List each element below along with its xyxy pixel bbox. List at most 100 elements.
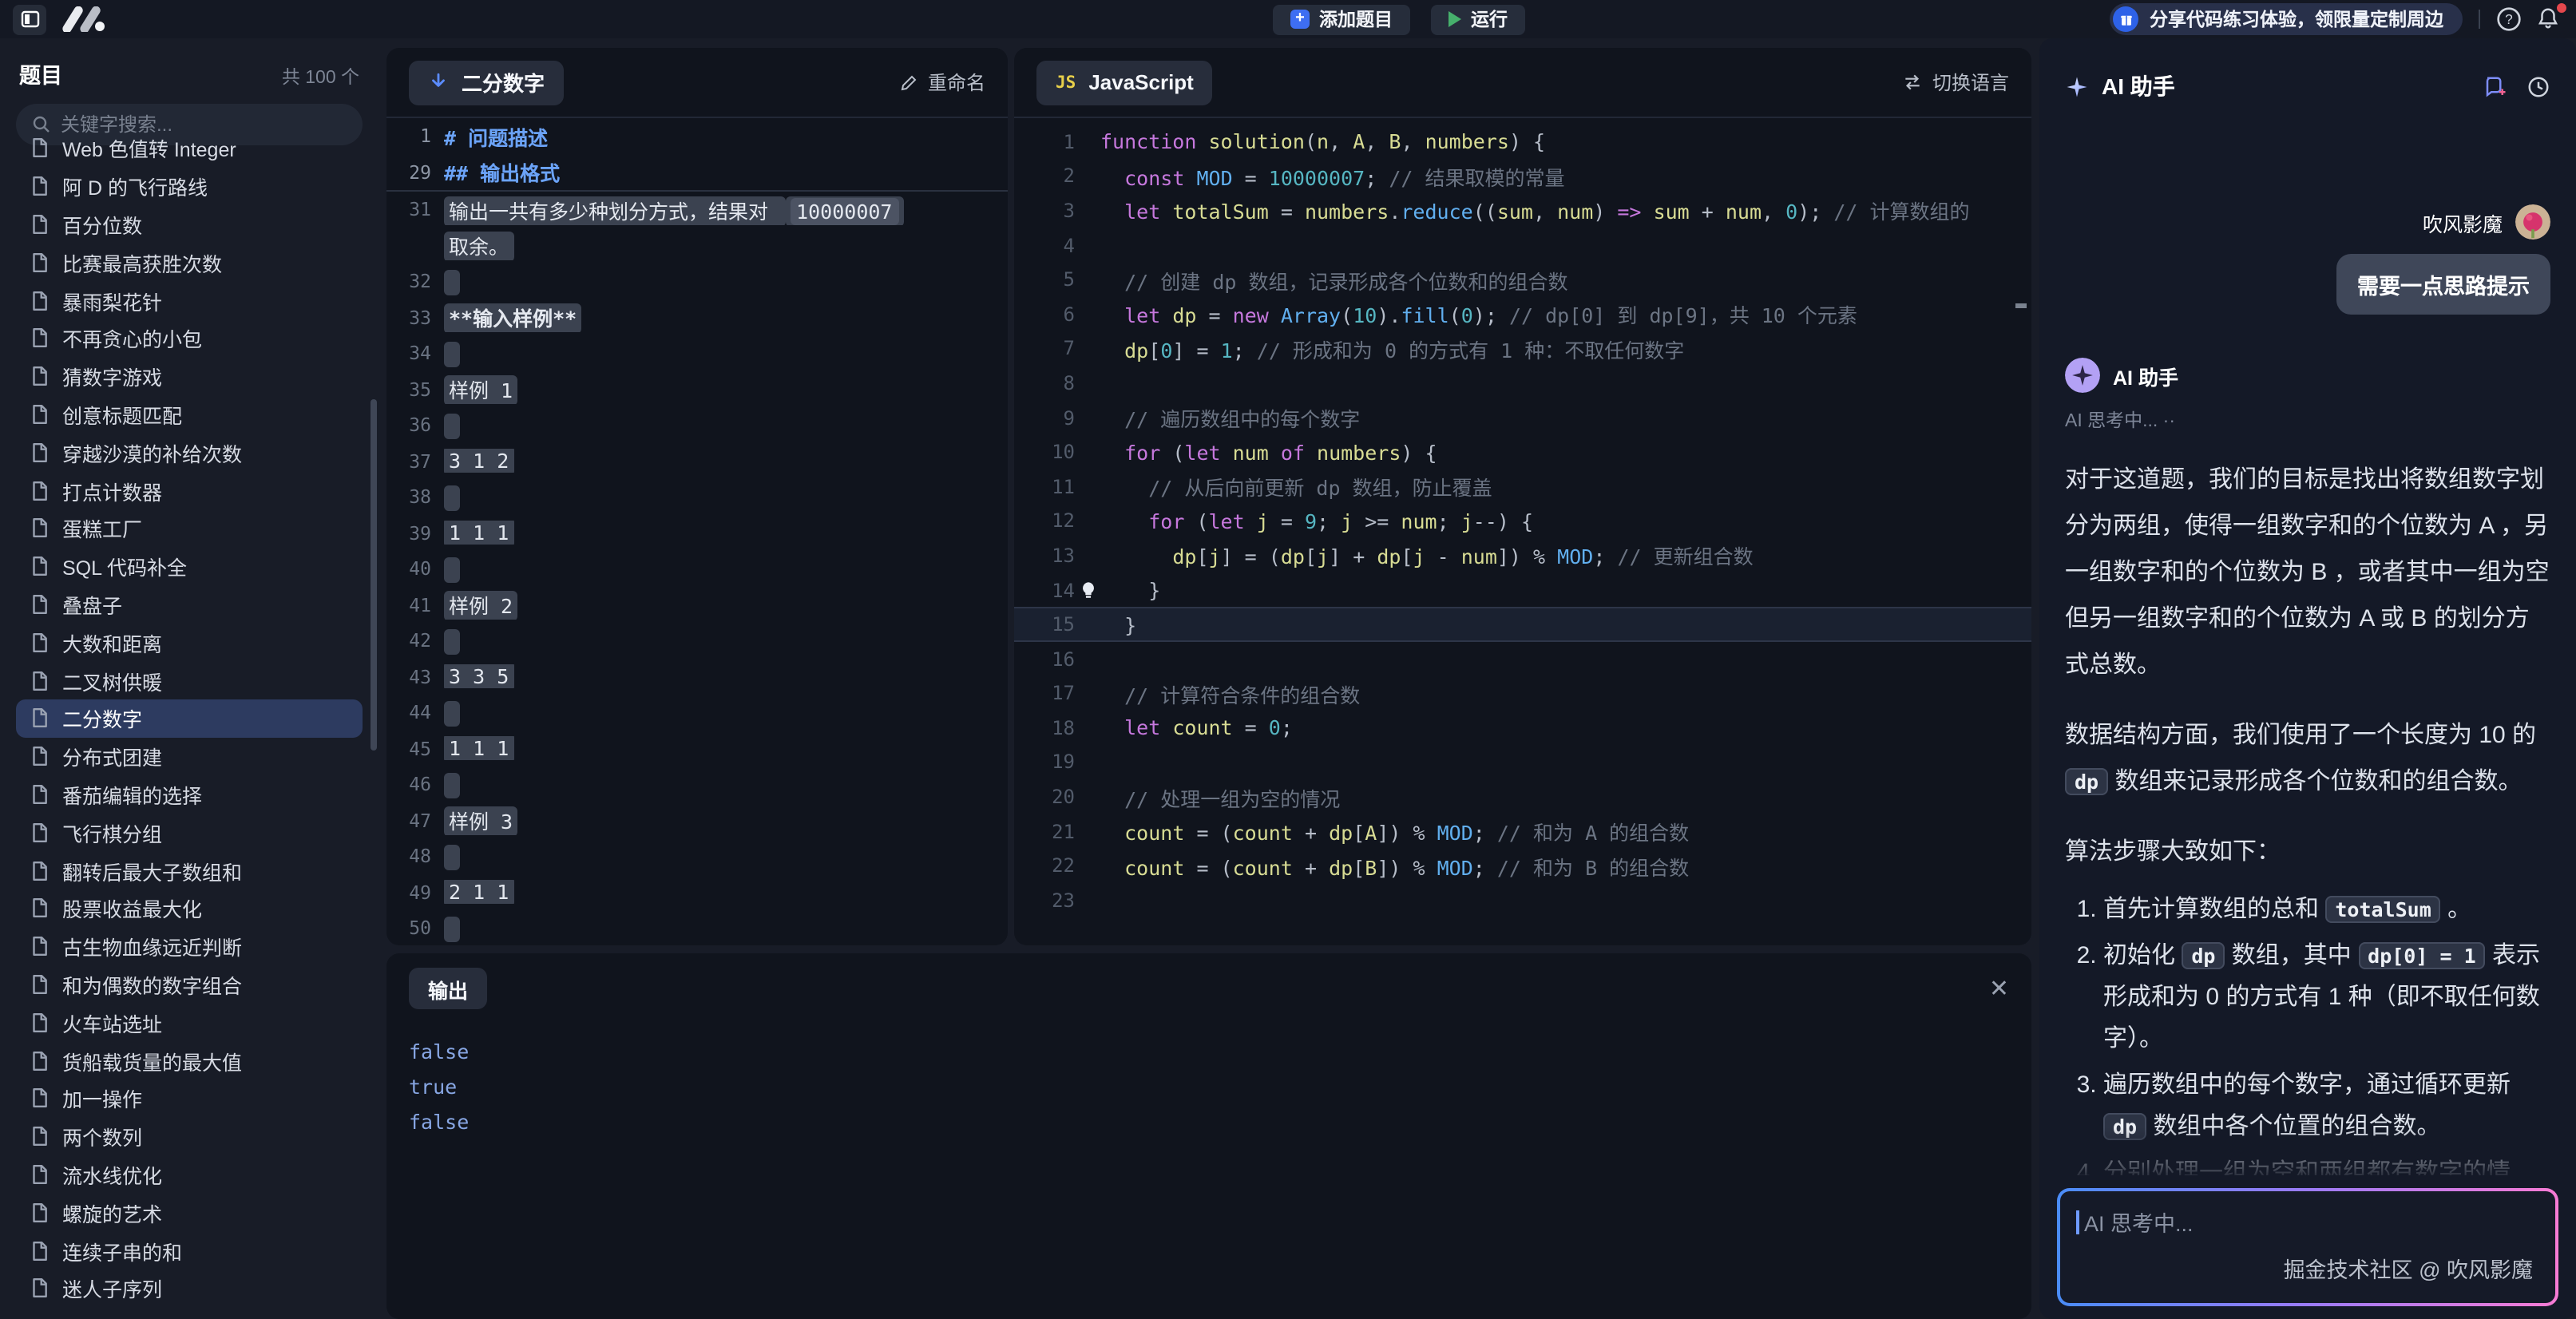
sidebar-toggle-button[interactable] [13, 4, 46, 34]
markdown-line: 36 [386, 407, 1008, 443]
sidebar-item[interactable]: 不再贪心的小包 [16, 319, 363, 358]
sidebar-item[interactable]: 股票收益最大化 [16, 889, 363, 928]
line-content: 样例 1 [444, 374, 1008, 405]
sidebar-item[interactable]: 迷人子序列 [16, 1269, 363, 1308]
markdown-line: 373 1 2 [386, 443, 1008, 479]
sidebar-item[interactable]: 叠盘子 [16, 585, 363, 624]
run-button[interactable]: 运行 [1431, 4, 1525, 34]
markdown-line: 41样例 2 [386, 587, 1008, 623]
markdown-line: 50 [386, 910, 1008, 945]
line-content: let totalSum = numbers.reduce((sum, num)… [1100, 196, 2031, 226]
sidebar-item[interactable]: 流水线优化 [16, 1155, 363, 1194]
help-button[interactable]: ? [2496, 6, 2522, 32]
code-line: 17 // 计算符合条件的组合数 [1014, 676, 2031, 711]
line-content [444, 268, 1008, 295]
line-number: 1 [386, 125, 444, 148]
sidebar-item[interactable]: 穿越沙漠的补给次数 [16, 434, 363, 472]
chat-input[interactable]: AI 思考中... 掘金技术社区 @ 吹风影魔 [2057, 1188, 2558, 1306]
sidebar-item[interactable]: 连续子串的和 [16, 1231, 363, 1269]
problem-tab[interactable]: 二分数字 [409, 60, 564, 105]
code-line: 13 dp[j] = (dp[j] + dp[j - num]) % MOD; … [1014, 538, 2031, 572]
lightbulb-icon[interactable] [1080, 581, 1095, 599]
line-number: 49 [386, 881, 444, 904]
problem-description-panel: 二分数字 重命名 1# 问题描述29## 输出格式 31输出一共有多少种划分方式… [386, 48, 1008, 945]
promo-banner[interactable]: 分享代码练习体验，领限量定制周边 [2110, 3, 2463, 35]
sidebar-item[interactable]: SQL 代码补全 [16, 548, 363, 586]
code-line: 1function solution(n, A, B, numbers) { [1014, 125, 2031, 159]
line-number: 20 [1014, 786, 1075, 808]
sidebar-item[interactable]: 大数和距离 [16, 624, 363, 662]
sidebar-item-label: 阿 D 的飞行路线 [62, 171, 208, 201]
code-editor[interactable]: 1function solution(n, A, B, numbers) {2 … [1014, 118, 2031, 917]
selection-block [444, 916, 460, 941]
sidebar-item[interactable]: 二分数字 [16, 699, 363, 738]
line-content: // 处理一组为空的情况 [1100, 782, 2031, 812]
new-chat-button[interactable] [2483, 74, 2507, 98]
sidebar-item[interactable]: 飞行棋分组 [16, 814, 363, 852]
add-problem-button[interactable]: + 添加题目 [1273, 4, 1410, 34]
chat-messages: 吹风影魔 需要一点思路提示 AI 助手 AI 思考中... ·· 对于这道题，我… [2039, 112, 2576, 1175]
code-line: 4 [1014, 228, 2031, 263]
inline-code-chip: dp [2103, 1113, 2146, 1140]
sidebar-item[interactable]: 货船载货量的最大值 [16, 1041, 363, 1079]
sidebar-item[interactable]: 蛋糕工厂 [16, 509, 363, 548]
sidebar-item[interactable]: 打点计数器 [16, 471, 363, 509]
line-number: 35 [386, 378, 444, 401]
output-tab[interactable]: 输出 [409, 968, 487, 1009]
code-line: 8 [1014, 366, 2031, 400]
line-content [444, 628, 1008, 654]
close-icon[interactable]: ✕ [1989, 976, 2009, 1000]
line-number: 19 [1014, 751, 1075, 774]
line-content: count = (count + dp[A]) % MOD; // 和为 A 的… [1100, 816, 2031, 846]
document-icon [29, 518, 50, 539]
line-content: 样例 3 [444, 806, 1008, 836]
switch-language-button[interactable]: 切换语言 [1902, 69, 2009, 96]
sidebar-item[interactable]: 猜数字游戏 [16, 358, 363, 396]
sidebar-item[interactable]: 分布式团建 [16, 738, 363, 776]
sidebar-item[interactable]: 两个数列 [16, 1117, 363, 1155]
sidebar-item[interactable]: 创意标题匹配 [16, 395, 363, 434]
line-content: ## 输出格式 [444, 157, 1008, 188]
ai-thinking-status: AI 思考中... ·· [2065, 407, 2550, 433]
document-icon [29, 556, 50, 576]
document-icon [29, 784, 50, 805]
markdown-editor[interactable]: 31输出一共有多少种划分方式，结果对 10000007取余。3233**输入样例… [386, 192, 1008, 945]
sidebar-item[interactable]: 火车站选址 [16, 1004, 363, 1042]
sidebar-item[interactable]: 螺旋的艺术 [16, 1194, 363, 1232]
line-number: 50 [386, 917, 444, 940]
document-icon [29, 708, 50, 729]
sparkle-icon [2065, 74, 2089, 98]
line-content: function solution(n, A, B, numbers) { [1100, 130, 2031, 154]
sidebar-item[interactable]: 和为偶数的数字组合 [16, 965, 363, 1004]
sidebar-item[interactable]: 番茄编辑的选择 [16, 775, 363, 814]
inline-code-chip: dp [2065, 768, 2108, 795]
code-line: 3 let totalSum = numbers.reduce((sum, nu… [1014, 193, 2031, 228]
sidebar-item[interactable]: 比赛最高获胜次数 [16, 244, 363, 282]
sidebar-item-label: 古生物血缘远近判断 [62, 931, 242, 961]
notification-badge [2557, 3, 2566, 13]
sidebar-item[interactable]: 古生物血缘远近判断 [16, 927, 363, 965]
sidebar-item[interactable]: 二叉树供暖 [16, 661, 363, 699]
sidebar-item[interactable]: 暴雨梨花针 [16, 281, 363, 319]
document-icon [29, 290, 50, 311]
overview-ruler-mark [2015, 303, 2027, 308]
sidebar-scrollbar[interactable] [371, 399, 377, 751]
swap-arrows-icon [1902, 72, 1923, 93]
document-icon [29, 1202, 50, 1222]
selection-block [444, 557, 460, 582]
notifications-button[interactable] [2536, 6, 2562, 32]
sidebar-item[interactable]: 加一操作 [16, 1079, 363, 1118]
line-number: 8 [1014, 372, 1075, 394]
line-number: 17 [1014, 683, 1075, 705]
markdown-sticky-line: 1# 问题描述 [386, 118, 1008, 154]
sidebar-item-label: 大数和距离 [62, 628, 162, 658]
language-tab[interactable]: JS JavaScript [1036, 60, 1213, 105]
rename-button[interactable]: 重命名 [899, 69, 985, 96]
code-line: 7 dp[0] = 1; // 形成和为 0 的方式有 1 种：不取任何数字 [1014, 331, 2031, 366]
line-number: 33 [386, 307, 444, 329]
sidebar-item[interactable]: 阿 D 的飞行路线 [16, 168, 363, 206]
sidebar-item[interactable]: 翻转后最大子数组和 [16, 851, 363, 889]
history-button[interactable] [2526, 74, 2550, 98]
code-line: 6 let dp = new Array(10).fill(0); // dp[… [1014, 297, 2031, 331]
sidebar-item[interactable]: 百分位数 [16, 205, 363, 244]
